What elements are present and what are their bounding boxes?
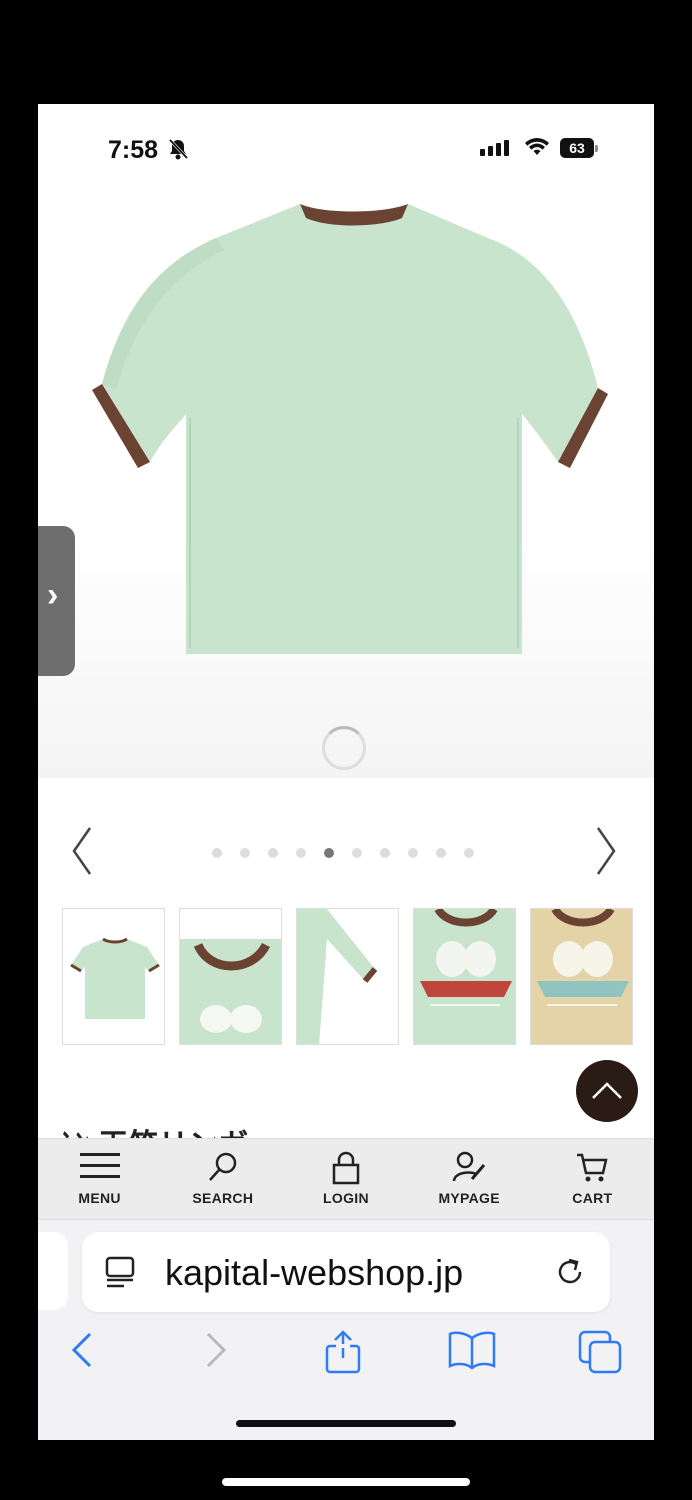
back-button[interactable]	[70, 1330, 94, 1375]
lock-icon	[331, 1151, 361, 1190]
home-indicator	[236, 1420, 456, 1427]
nav-search-label: SEARCH	[192, 1190, 254, 1206]
wifi-icon	[524, 137, 550, 162]
nav-login-label: LOGIN	[323, 1190, 369, 1206]
nav-mypage-label: MYPAGE	[438, 1190, 500, 1206]
nav-search[interactable]: SEARCH	[161, 1139, 284, 1219]
user-edit-icon	[452, 1151, 486, 1188]
battery-level: 63	[560, 138, 594, 158]
thumbnail-strip	[62, 908, 633, 1045]
bookmarks-button[interactable]	[448, 1330, 496, 1375]
carousel-dot[interactable]	[352, 848, 362, 858]
carousel-dots	[212, 848, 474, 858]
status-time: 7:58	[108, 136, 159, 164]
chevron-right-icon: ›	[47, 576, 59, 614]
page-menu-icon[interactable]	[104, 1256, 138, 1293]
share-button[interactable]	[324, 1330, 362, 1379]
search-icon	[208, 1151, 238, 1188]
carousel-dot[interactable]	[324, 848, 334, 858]
loading-spinner-icon	[322, 726, 366, 770]
thumbnail-1[interactable]	[62, 908, 165, 1045]
hamburger-icon	[79, 1151, 120, 1186]
thumbnail-3[interactable]	[296, 908, 399, 1045]
browser-toolbar	[38, 1324, 654, 1384]
previous-tab-peek[interactable]	[38, 1232, 68, 1310]
carousel-dot[interactable]	[212, 848, 222, 858]
product-main-image[interactable]	[38, 178, 654, 778]
thumbnail-2[interactable]	[179, 908, 282, 1045]
address-bar[interactable]: kapital-webshop.jp	[82, 1232, 610, 1312]
phone-screen: 7:58 63 › MENU SEARCH LOGIN MYPAGE CART …	[38, 104, 654, 1440]
reload-icon[interactable]	[554, 1256, 586, 1293]
url-text: kapital-webshop.jp	[165, 1252, 464, 1293]
carousel-next-button[interactable]	[594, 826, 618, 881]
carousel-dot[interactable]	[296, 848, 306, 858]
carousel-prev-button[interactable]	[70, 826, 94, 881]
nav-cart-label: CART	[572, 1190, 613, 1206]
forward-button[interactable]	[204, 1330, 228, 1375]
carousel-dot[interactable]	[464, 848, 474, 858]
nav-mypage[interactable]: MYPAGE	[408, 1139, 531, 1219]
scroll-to-top-button[interactable]	[576, 1060, 638, 1122]
carousel-dot[interactable]	[268, 848, 278, 858]
carousel-dot[interactable]	[240, 848, 250, 858]
thumbnail-5[interactable]	[530, 908, 633, 1045]
side-drawer-toggle[interactable]: ›	[38, 526, 75, 676]
tabs-button[interactable]	[578, 1330, 624, 1379]
thumbnail-4[interactable]	[413, 908, 516, 1045]
site-bottom-nav: MENU SEARCH LOGIN MYPAGE CART	[38, 1138, 654, 1220]
signal-icon	[480, 140, 509, 156]
carousel-dot[interactable]	[436, 848, 446, 858]
carousel-dot[interactable]	[408, 848, 418, 858]
battery-cap	[595, 145, 598, 152]
nav-login[interactable]: LOGIN	[284, 1139, 407, 1219]
nav-cart[interactable]: CART	[531, 1139, 654, 1219]
bell-muted-icon	[168, 138, 189, 165]
nav-menu-label: MENU	[78, 1190, 121, 1206]
nav-menu[interactable]: MENU	[38, 1139, 161, 1219]
carousel-dot[interactable]	[380, 848, 390, 858]
cart-icon	[575, 1151, 609, 1188]
outer-home-bar	[222, 1478, 470, 1486]
